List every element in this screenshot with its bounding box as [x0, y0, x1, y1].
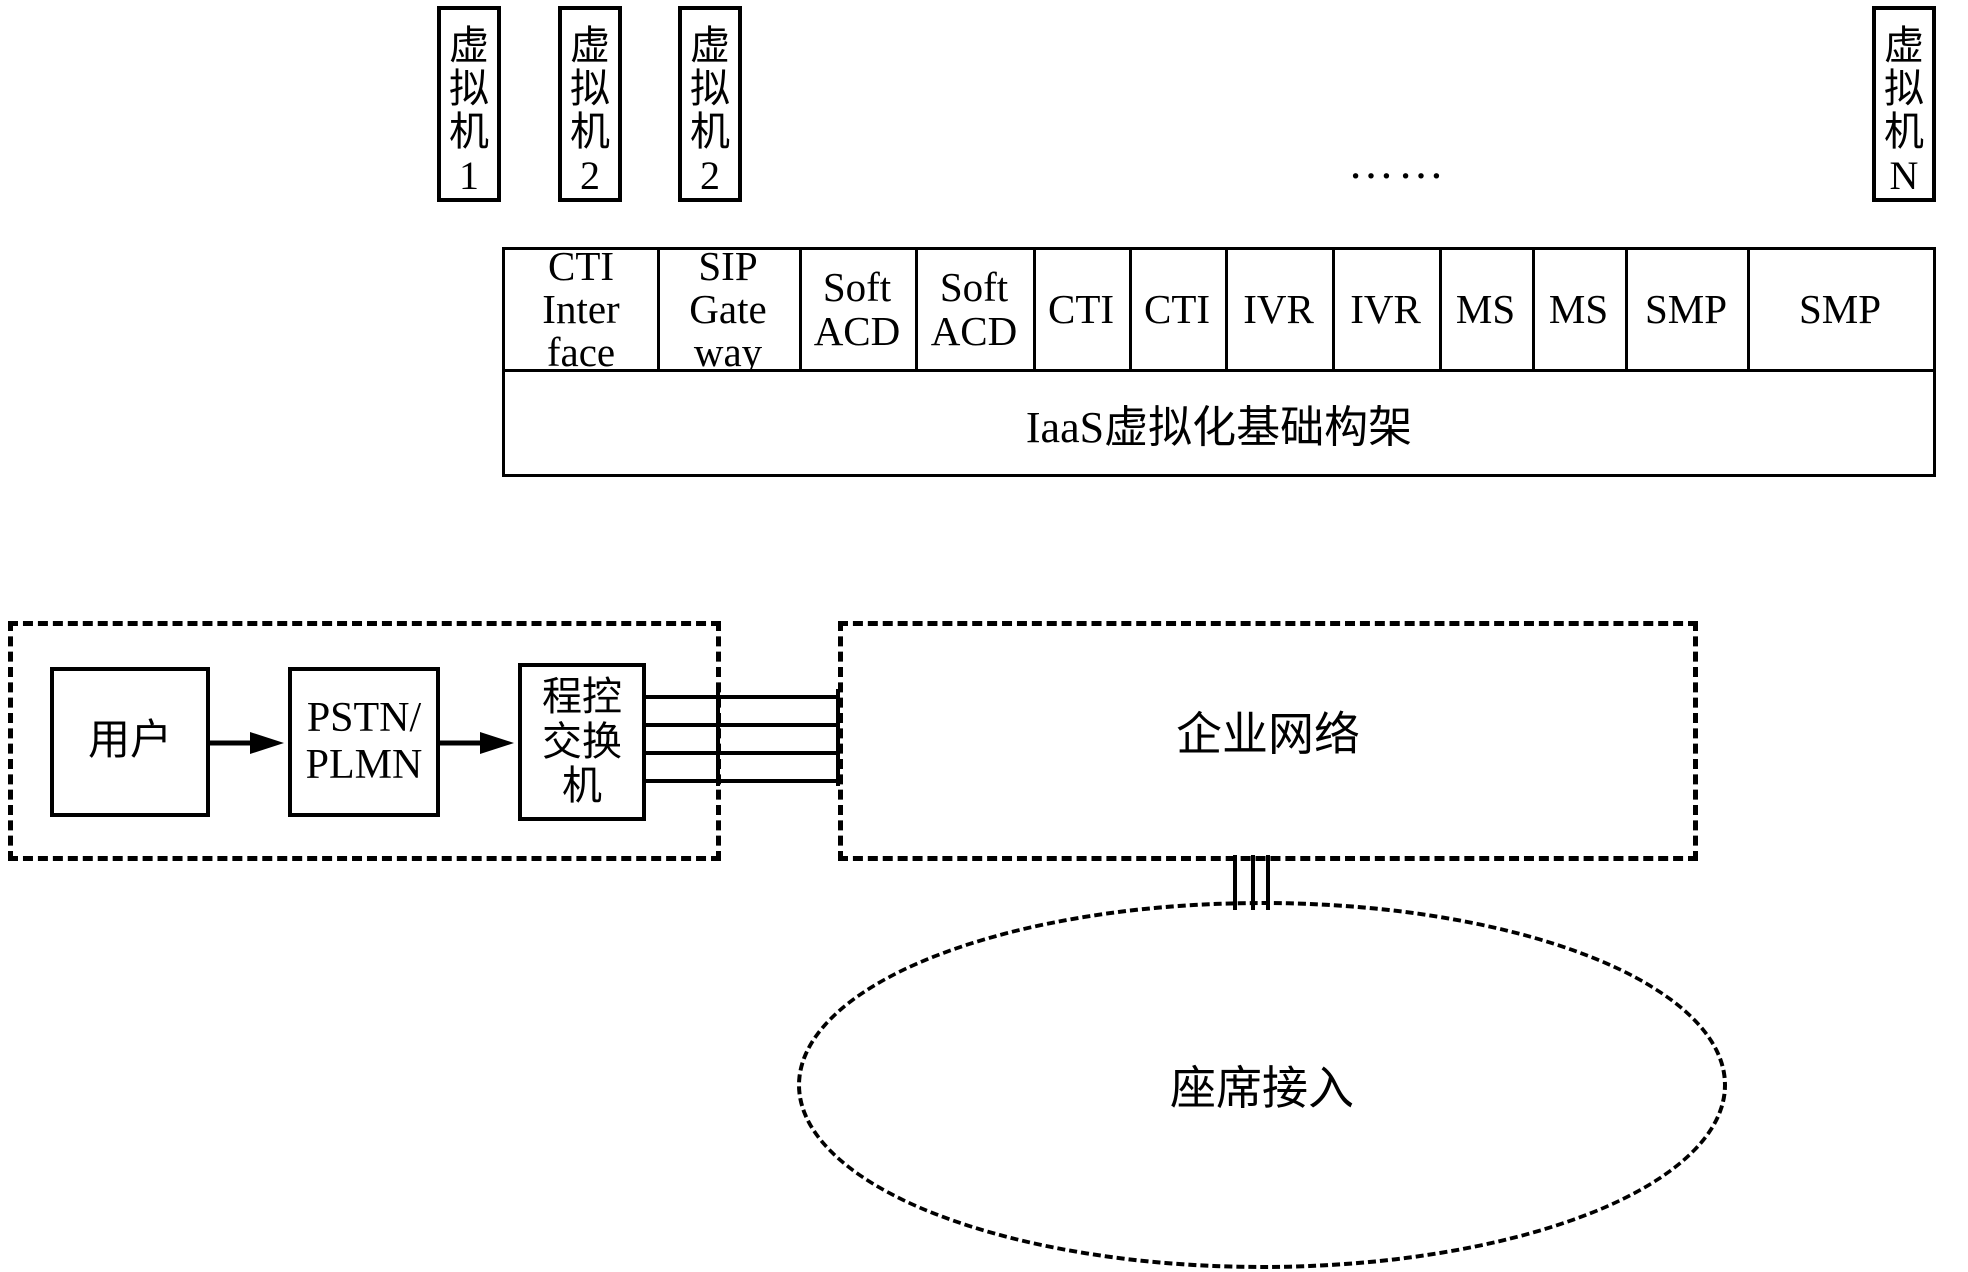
- vm-number-n: N: [1889, 152, 1919, 198]
- service-divider: [1129, 250, 1132, 369]
- service-line-1: SIP: [698, 242, 758, 289]
- trunk-line-1: [646, 695, 840, 699]
- service-divider: [657, 250, 660, 369]
- service-box-sip-gateway: SIP Gate way: [657, 244, 799, 374]
- service-divider: [1747, 250, 1750, 369]
- enterprise-network-label-wrap: 企业网络: [838, 700, 1698, 770]
- trunk-line-4: [646, 779, 840, 783]
- iaas-infrastructure-bar: IaaS虚拟化基础构架: [502, 372, 1936, 477]
- service-line-2: Gate: [689, 285, 767, 332]
- service-box-smp-2: SMP: [1747, 250, 1933, 369]
- service-line-1: SMP: [1798, 285, 1882, 332]
- service-box-ms-2: MS: [1532, 250, 1625, 369]
- vm-box-2: 虚拟机 2: [558, 6, 622, 202]
- service-divider: [915, 250, 918, 369]
- user-box: 用户: [50, 667, 210, 817]
- vm-label-3: 虚拟机: [690, 23, 730, 155]
- service-line-1: CTI: [547, 242, 615, 289]
- service-box-smp-1: SMP: [1625, 250, 1747, 369]
- pstn-line-2: PLMN: [305, 742, 423, 788]
- service-row: CTI Inter face SIP Gate way Soft ACD Sof…: [502, 244, 1936, 374]
- vm-box-3: 虚拟机 2: [678, 6, 742, 202]
- agent-access-label: 座席接入: [1170, 1063, 1354, 1114]
- trunk-line-2: [646, 723, 840, 727]
- vm-number-2: 2: [580, 152, 600, 198]
- arrow-pstn-to-pbx: [440, 732, 514, 754]
- service-box-cti-1: CTI: [1033, 250, 1129, 369]
- arrow-user-to-pstn: [210, 732, 284, 754]
- service-line-1: MS: [1548, 285, 1609, 332]
- service-divider: [1625, 250, 1628, 369]
- vm-label-1: 虚拟机: [449, 23, 489, 155]
- user-label: 用户: [87, 718, 172, 765]
- pbx-line-1: 程控: [542, 673, 622, 719]
- service-line-3: way: [693, 329, 763, 376]
- service-divider: [1225, 250, 1228, 369]
- service-line-1: CTI: [1143, 285, 1211, 332]
- vm-box-n: 虚拟机 N: [1872, 6, 1936, 202]
- service-line-1: Soft: [822, 264, 892, 311]
- service-box-cti-interface: CTI Inter face: [505, 244, 657, 374]
- service-line-2: ACD: [930, 307, 1018, 354]
- service-line-1: MS: [1455, 285, 1516, 332]
- diagram-canvas: 虚拟机 1 虚拟机 2 虚拟机 2 虚拟机 N …… CTI Inter fac…: [0, 0, 1968, 1272]
- service-box-soft-acd-2: Soft ACD: [915, 250, 1033, 369]
- service-line-1: IVR: [1243, 285, 1314, 332]
- service-line-1: SMP: [1644, 285, 1728, 332]
- service-line-1: IVR: [1350, 285, 1421, 332]
- service-line-2: Inter: [542, 285, 620, 332]
- vm-number-1: 1: [459, 152, 479, 198]
- pbx-switch-box: 程控 交换 机: [518, 663, 646, 821]
- iaas-label: IaaS虚拟化基础构架: [1025, 403, 1413, 452]
- service-box-ivr-1: IVR: [1225, 250, 1332, 369]
- service-box-ivr-2: IVR: [1332, 250, 1439, 369]
- service-box-cti-2: CTI: [1129, 250, 1225, 369]
- trunk-line-3: [646, 751, 840, 755]
- vm-number-3: 2: [700, 152, 720, 198]
- enterprise-network-label: 企业网络: [1176, 709, 1360, 761]
- pstn-line-1: PSTN/: [306, 694, 422, 741]
- service-divider: [1332, 250, 1335, 369]
- trunk-tick-left: [716, 689, 720, 786]
- service-divider: [1532, 250, 1535, 369]
- pbx-line-2: 交换: [542, 718, 622, 764]
- service-box-ms-1: MS: [1439, 250, 1532, 369]
- service-divider: [1439, 250, 1442, 369]
- vm-ellipsis: ……: [1348, 137, 1448, 188]
- pstn-plmn-box: PSTN/ PLMN: [288, 667, 440, 817]
- pbx-line-3: 机: [562, 763, 602, 809]
- service-line-1: Soft: [939, 264, 1009, 311]
- agent-access-ellipse: 座席接入: [797, 901, 1727, 1269]
- vm-label-2: 虚拟机: [570, 23, 610, 155]
- service-divider: [799, 250, 802, 369]
- service-box-soft-acd-1: Soft ACD: [799, 250, 915, 369]
- service-line-1: CTI: [1047, 285, 1115, 332]
- service-line-2: ACD: [813, 307, 901, 354]
- vm-label-n: 虚拟机: [1884, 23, 1924, 155]
- service-divider: [1033, 250, 1036, 369]
- vm-box-1: 虚拟机 1: [437, 6, 501, 202]
- service-line-3: face: [546, 329, 616, 376]
